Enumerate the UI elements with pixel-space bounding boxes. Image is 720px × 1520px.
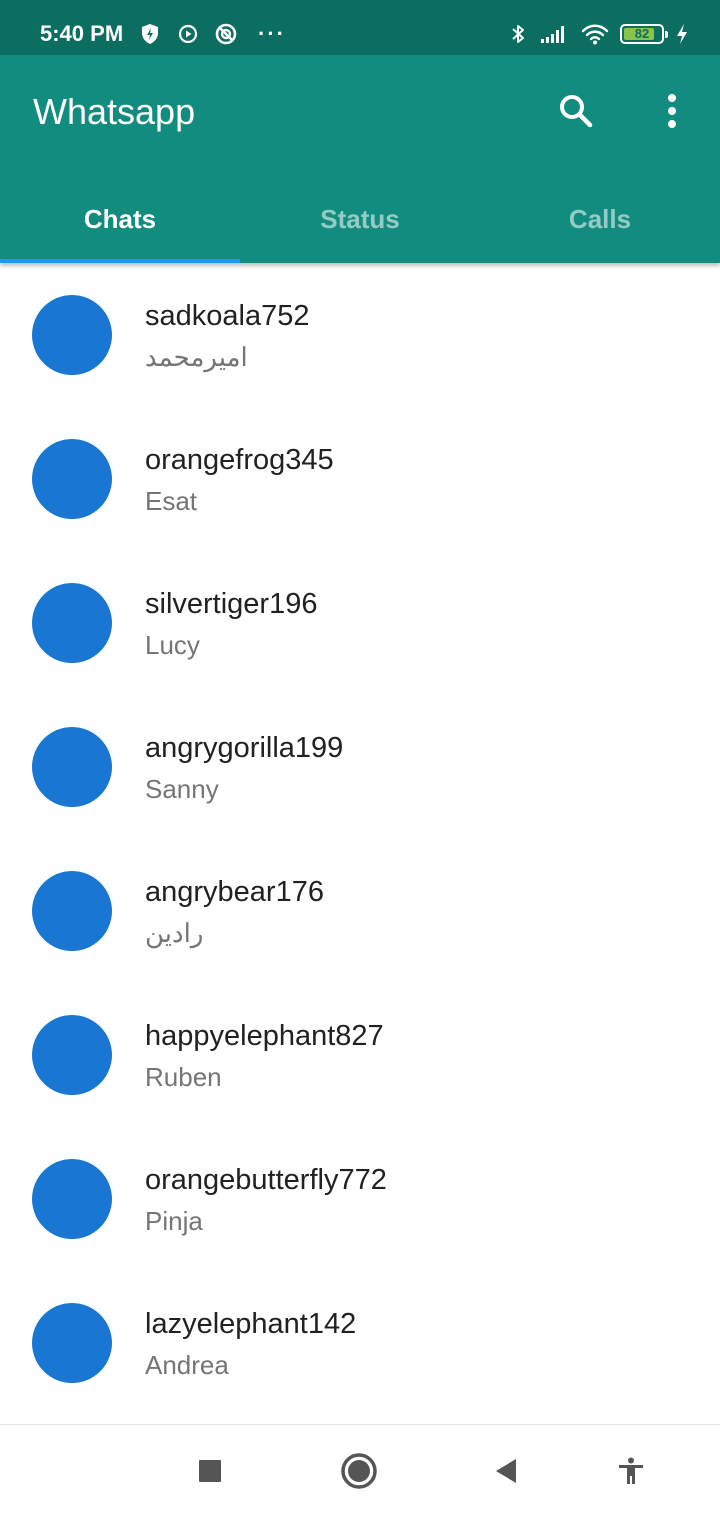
system-navigation-bar [0, 1424, 720, 1520]
chat-subtitle: Sanny [145, 774, 219, 804]
home-circle-icon [339, 1451, 379, 1496]
more-options-button[interactable] [646, 85, 698, 141]
bluetooth-icon [506, 22, 530, 46]
avatar[interactable] [32, 1015, 112, 1095]
more-vert-icon [666, 93, 678, 134]
chat-subtitle: رادین [145, 918, 204, 948]
signal-icon [540, 22, 570, 46]
chat-list-item[interactable]: angrybear176 رادین [0, 839, 720, 983]
search-icon [556, 91, 596, 136]
chat-list-item[interactable]: orangefrog345 Esat [0, 407, 720, 551]
chat-name: angrybear176 [145, 876, 324, 908]
chat-subtitle: Esat [145, 486, 198, 516]
status-system-icons: 82 [506, 20, 690, 48]
chat-name: angrygorilla199 [145, 732, 344, 764]
chat-name: happyelephant827 [145, 1020, 384, 1052]
app-title: Whatsapp [33, 91, 196, 132]
chat-list-item[interactable]: silvertiger196 Lucy [0, 551, 720, 695]
tab-calls[interactable]: Calls [480, 183, 720, 263]
search-button[interactable] [548, 85, 604, 141]
battery-icon: 82 [620, 24, 668, 44]
avatar[interactable] [32, 439, 112, 519]
tab-label: Status [320, 203, 400, 234]
tab-status[interactable]: Status [240, 183, 480, 263]
accessibility-button[interactable] [603, 1445, 659, 1501]
back-button[interactable] [478, 1445, 534, 1501]
status-time: 5:40 PM [40, 21, 124, 46]
battery-tip [665, 31, 668, 38]
chat-name: orangebutterfly772 [145, 1164, 387, 1196]
avatar[interactable] [32, 1159, 112, 1239]
chat-subtitle: امیرمحمد [145, 342, 248, 372]
chat-name: orangefrog345 [145, 444, 334, 476]
chat-list-item[interactable]: lazyelephant142 Andrea [0, 1271, 720, 1415]
play-circle-icon [176, 22, 200, 46]
charging-bolt-icon [674, 22, 690, 46]
avatar[interactable] [32, 871, 112, 951]
avatar[interactable] [32, 583, 112, 663]
chat-list-item[interactable]: happyelephant827 Ruben [0, 983, 720, 1127]
chat-list-item[interactable]: orangebutterfly772 Pinja [0, 1127, 720, 1271]
tab-label: Chats [83, 203, 157, 234]
status-bar: 5:40 PM ··· 82 [0, 0, 720, 55]
avatar[interactable] [32, 1303, 112, 1383]
tab-label: Calls [568, 203, 632, 234]
recents-button[interactable] [182, 1445, 238, 1501]
recents-square-icon [197, 1458, 223, 1489]
home-button[interactable] [331, 1445, 387, 1501]
chat-subtitle: Lucy [145, 630, 200, 660]
app-bar: Whatsapp Chats Status Calls [0, 55, 720, 263]
tab-chats[interactable]: Chats [0, 183, 240, 263]
chat-name: silvertiger196 [145, 588, 318, 620]
accessibility-icon [616, 1456, 646, 1491]
chat-list-item[interactable]: angrygorilla199 Sanny [0, 695, 720, 839]
chat-list-item[interactable]: sadkoala752 امیرمحمد [0, 263, 720, 407]
chat-list: sadkoala752 امیرمحمد orangefrog345 Esat … [0, 263, 720, 1415]
avatar[interactable] [32, 295, 112, 375]
status-notification-icons: ··· [138, 20, 286, 48]
blocked-circle-icon [214, 22, 238, 46]
back-triangle-icon [491, 1456, 521, 1491]
chat-subtitle: Pinja [145, 1206, 203, 1236]
shield-icon [138, 22, 162, 46]
tab-bar: Chats Status Calls [0, 183, 720, 263]
chat-subtitle: Andrea [145, 1350, 229, 1380]
avatar[interactable] [32, 727, 112, 807]
wifi-icon [580, 22, 610, 46]
chat-name: lazyelephant142 [145, 1308, 357, 1340]
chat-name: sadkoala752 [145, 300, 310, 332]
chat-subtitle: Ruben [145, 1062, 222, 1092]
more-notifications-indicator: ··· [258, 21, 286, 46]
battery-level: 82 [634, 26, 650, 41]
